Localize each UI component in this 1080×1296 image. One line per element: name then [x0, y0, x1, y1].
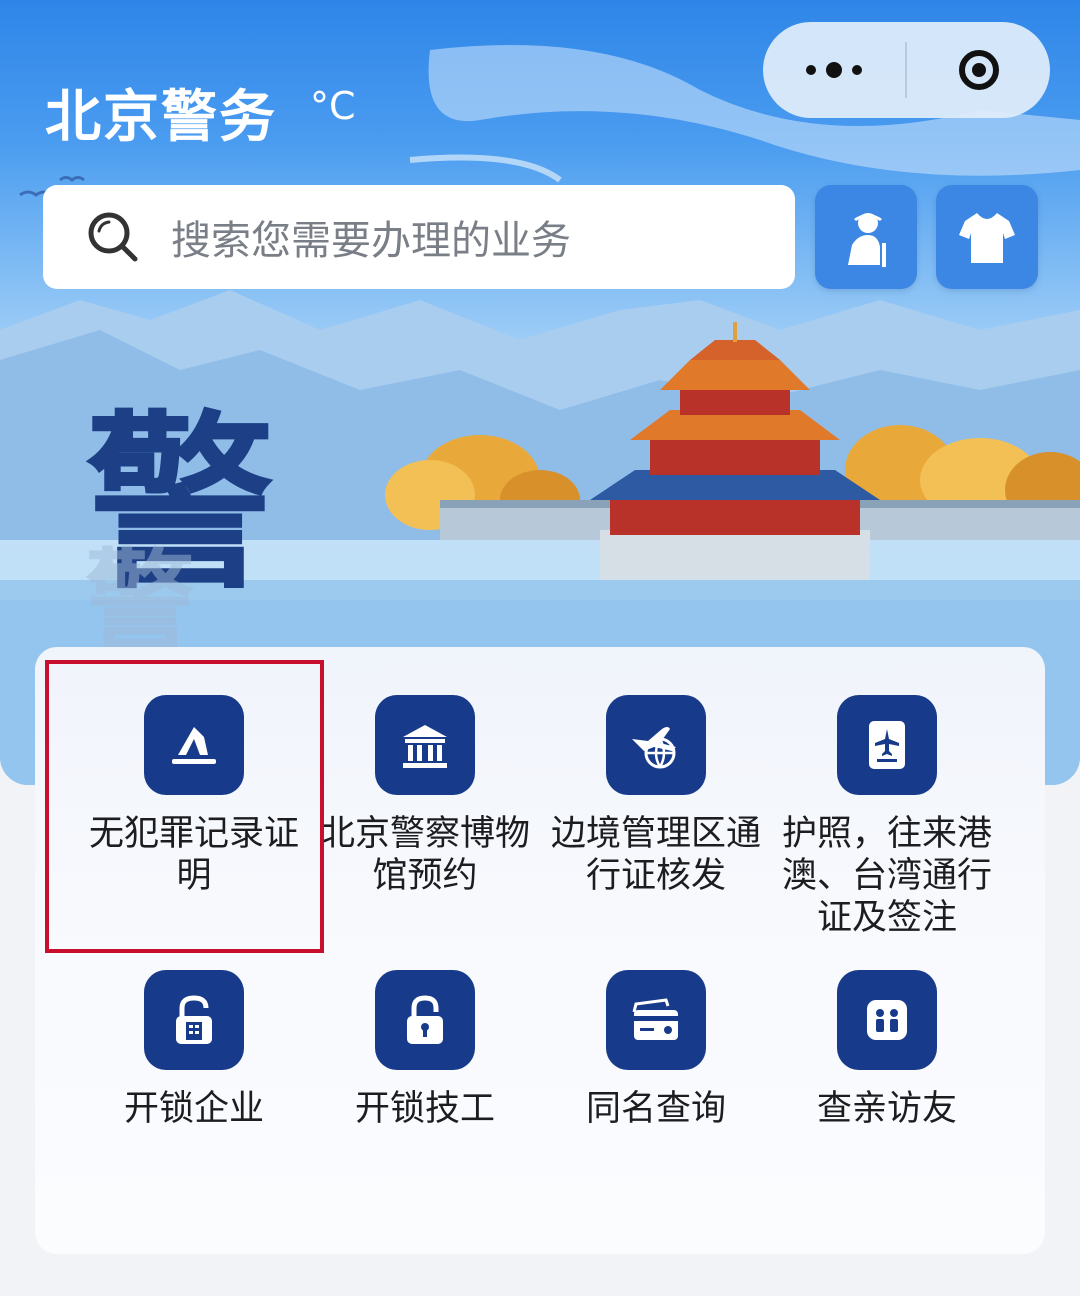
service-item-same-name-query[interactable]: 同名查询 [541, 970, 771, 1130]
service-label: 北京警察博物馆预约 [319, 814, 530, 896]
mini-program-capsule [763, 22, 1050, 118]
service-label: 同名查询 [585, 1089, 726, 1129]
temperature-unit: °C [310, 84, 356, 128]
target-icon [958, 50, 999, 90]
lock-building-icon [144, 970, 244, 1070]
more-menu-button[interactable] [763, 22, 905, 118]
service-label: 护照，往来港澳、台湾通行证及签注 [781, 814, 992, 938]
search-icon [88, 212, 138, 262]
service-item-museum-booking[interactable]: 北京警察博物馆预约 [310, 695, 540, 897]
passport-icon [837, 695, 937, 795]
service-item-passport[interactable]: 护照，往来港澳、台湾通行证及签注 [772, 695, 1002, 939]
id-cards-icon [606, 970, 706, 1070]
service-label: 边境管理区通行证核发 [550, 814, 761, 896]
service-label: 开锁技工 [354, 1089, 495, 1129]
service-item-border-permit[interactable]: 边境管理区通行证核发 [541, 695, 771, 897]
search-placeholder: 搜索您需要办理的业务 [171, 218, 571, 264]
elder-care-icon [848, 213, 886, 267]
search-bar[interactable]: 搜索您需要办理的业务 [43, 185, 795, 289]
shirt-icon [959, 213, 1015, 263]
app-title: 北京警务 [45, 85, 277, 150]
padlock-icon [375, 970, 475, 1070]
service-label: 查亲访友 [816, 1089, 957, 1129]
service-item-locksmith-worker[interactable]: 开锁技工 [310, 970, 540, 1130]
service-label: 开锁企业 [123, 1089, 264, 1129]
people-icon [837, 970, 937, 1070]
museum-icon [375, 695, 475, 795]
elder-mode-button[interactable] [815, 185, 917, 289]
plane-globe-icon [606, 695, 706, 795]
service-item-visit-relatives[interactable]: 查亲访友 [772, 970, 1002, 1130]
close-mini-program-button[interactable] [907, 22, 1050, 118]
uniform-button[interactable] [936, 185, 1038, 289]
service-item-locksmith-company[interactable]: 开锁企业 [79, 970, 309, 1130]
selection-highlight [45, 660, 324, 953]
